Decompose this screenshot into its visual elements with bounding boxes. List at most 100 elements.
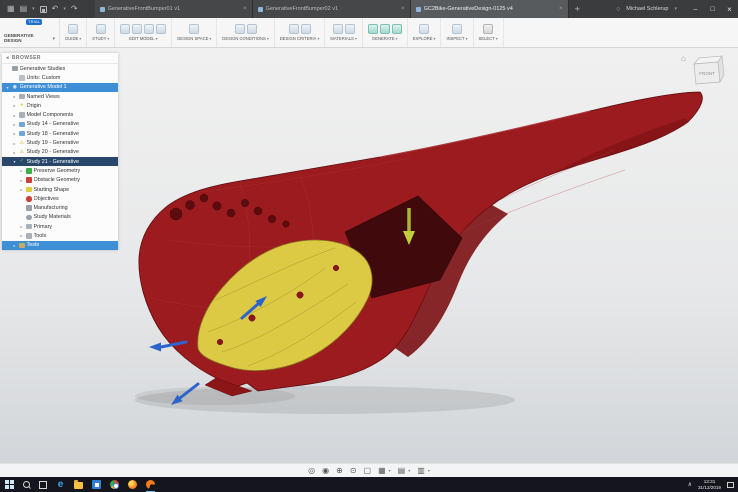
expand-arrow-icon[interactable]: ▸	[12, 122, 17, 127]
browser-item[interactable]: Manufacturing	[2, 203, 118, 212]
close-button[interactable]: ×	[721, 0, 738, 18]
tool-icon[interactable]	[156, 24, 166, 34]
data-panel-icon[interactable]: ▦	[7, 5, 15, 13]
chevron-down-icon[interactable]: ▾	[408, 468, 410, 473]
look-at-icon[interactable]: ◉	[322, 467, 329, 475]
grid-and-snaps-icon[interactable]: ▤	[398, 467, 406, 475]
expand-arrow-icon[interactable]: ▸	[19, 168, 24, 173]
expand-arrow-icon[interactable]: ▸	[12, 94, 17, 99]
browser-item[interactable]: Units: Custom	[2, 73, 118, 82]
taskbar-clock[interactable]: 13:31 31/12/2019	[698, 479, 721, 490]
minimize-button[interactable]: –	[687, 0, 704, 18]
browser-item[interactable]: ▸⚠Study 19 - Generative	[2, 138, 118, 147]
search-icon[interactable]	[23, 481, 30, 488]
browser-item[interactable]: ▸Preserve Geometry	[2, 166, 118, 175]
notifications-icon[interactable]: ○	[616, 6, 620, 13]
browser-item[interactable]: ▸⚠Study 20 - Generative	[2, 148, 118, 157]
browser-item[interactable]: ▸Study 18 - Generative	[2, 129, 118, 138]
start-icon[interactable]	[5, 480, 14, 489]
browser-item[interactable]: ▸Tests	[2, 241, 118, 250]
expand-arrow-icon[interactable]: ▸	[19, 224, 24, 229]
store-icon[interactable]	[92, 480, 101, 489]
expand-arrow-icon[interactable]: ▸	[12, 113, 17, 118]
document-tab[interactable]: GenerativeFrontBumper02 v1×	[253, 0, 411, 18]
chevron-down-icon[interactable]: ▾	[428, 468, 430, 473]
expand-arrow-icon[interactable]: ▾	[5, 85, 10, 90]
viewport[interactable]: ⌂ FRONT ◂ BROWSER Generative StudiesUnit…	[0, 48, 738, 477]
close-tab-icon[interactable]: ×	[243, 6, 247, 12]
browser-item[interactable]: Objectives	[2, 194, 118, 203]
toolbar-group-label[interactable]: MATERIALS▾	[330, 36, 356, 41]
expand-arrow-icon[interactable]: ▾	[12, 159, 17, 164]
pan-icon[interactable]: ⊕	[336, 467, 343, 475]
toolbar-group-label[interactable]: DESIGN SPACE▾	[177, 36, 211, 41]
maximize-button[interactable]: □	[704, 0, 721, 18]
browser-item[interactable]: ▸Named Views	[2, 92, 118, 101]
expand-arrow-icon[interactable]: ▸	[19, 178, 24, 183]
edge-icon[interactable]: e	[56, 480, 65, 489]
file-explorer-icon[interactable]	[74, 482, 83, 489]
fit-icon[interactable]: ▢	[364, 467, 372, 475]
view-cube-graphic[interactable]: FRONT	[688, 53, 726, 87]
expand-arrow-icon[interactable]: ▸	[19, 187, 24, 192]
chevron-down-icon[interactable]: ▾	[63, 6, 66, 12]
tool-icon[interactable]	[247, 24, 257, 34]
fusion-360-icon[interactable]	[146, 480, 155, 489]
tool-icon[interactable]	[419, 24, 429, 34]
toolbar-group-label[interactable]: STUDY▾	[92, 36, 109, 41]
expand-arrow-icon[interactable]: ▸	[12, 243, 17, 248]
tool-icon[interactable]	[392, 24, 402, 34]
browser-item[interactable]: Generative Studies	[2, 64, 118, 73]
tray-expand-icon[interactable]: ∧	[688, 481, 692, 488]
tool-icon[interactable]	[96, 24, 106, 34]
toolbar-group-label[interactable]: DESIGN CONDITIONS▾	[222, 36, 268, 41]
view-cube[interactable]: ⌂ FRONT	[681, 53, 733, 89]
home-view-icon[interactable]: ⌂	[681, 55, 686, 63]
browser-item[interactable]: ▸Tools	[2, 231, 118, 240]
workspace-switcher[interactable]: TRIAL GENERATIVE DESIGN ▾	[0, 18, 60, 47]
task-view-icon[interactable]	[39, 481, 47, 489]
close-tab-icon[interactable]: ×	[559, 6, 563, 12]
orbit-icon[interactable]: ◎	[308, 467, 315, 475]
tool-icon[interactable]	[132, 24, 142, 34]
toolbar-group-label[interactable]: EXPLORE▾	[413, 36, 436, 41]
expand-arrow-icon[interactable]: ▸	[19, 233, 24, 238]
save-icon[interactable]	[40, 6, 47, 13]
tool-icon[interactable]	[120, 24, 130, 34]
tool-icon[interactable]	[380, 24, 390, 34]
browser-item[interactable]: ▸Model Components	[2, 110, 118, 119]
browser-item[interactable]: ▸●Origin	[2, 101, 118, 110]
display-settings-icon[interactable]: ▦	[378, 467, 386, 475]
document-tab[interactable]: GC2Bike-GenerativeDesign-0125 v4×	[411, 0, 569, 18]
tool-icon[interactable]	[483, 24, 493, 34]
toolbar-group-label[interactable]: EDIT MODEL▾	[129, 36, 157, 41]
toolbar-group-label[interactable]: GUIDE▾	[65, 36, 81, 41]
browser-item[interactable]: ▾◉Generative Model 1	[2, 83, 118, 92]
expand-arrow-icon[interactable]: ▸	[12, 103, 17, 108]
toolbar-group-label[interactable]: SELECT▾	[479, 36, 498, 41]
new-tab-button[interactable]: +	[569, 0, 586, 18]
zoom-icon[interactable]: ⊙	[350, 467, 357, 475]
expand-arrow-icon[interactable]: ▸	[12, 141, 17, 146]
redo-icon[interactable]: ↷	[71, 5, 78, 13]
document-tab[interactable]: GenerativeFrontBumper01 v1×	[95, 0, 253, 18]
action-center-icon[interactable]	[727, 482, 734, 488]
browser-item[interactable]: ▸Obstacle Geometry	[2, 176, 118, 185]
toolbar-group-label[interactable]: DESIGN CRITERIA▾	[280, 36, 320, 41]
file-menu-icon[interactable]: ▤	[20, 5, 28, 13]
firefox-icon[interactable]	[128, 480, 137, 489]
chrome-icon[interactable]	[110, 480, 119, 489]
close-tab-icon[interactable]: ×	[401, 6, 405, 12]
toolbar-group-label[interactable]: INSPECT▾	[446, 36, 467, 41]
tool-icon[interactable]	[452, 24, 462, 34]
browser-item[interactable]: ▸Starting Shape	[2, 185, 118, 194]
tool-icon[interactable]	[189, 24, 199, 34]
chevron-down-icon[interactable]: ▾	[389, 468, 391, 473]
tool-icon[interactable]	[345, 24, 355, 34]
collapse-panel-icon[interactable]: ◂	[6, 55, 9, 61]
tool-icon[interactable]	[301, 24, 311, 34]
toolbar-group-label[interactable]: GENERATE▾	[372, 36, 398, 41]
tool-icon[interactable]	[235, 24, 245, 34]
browser-item[interactable]: ▸Study 14 - Generative	[2, 120, 118, 129]
browser-item[interactable]: Study Materials	[2, 213, 118, 222]
